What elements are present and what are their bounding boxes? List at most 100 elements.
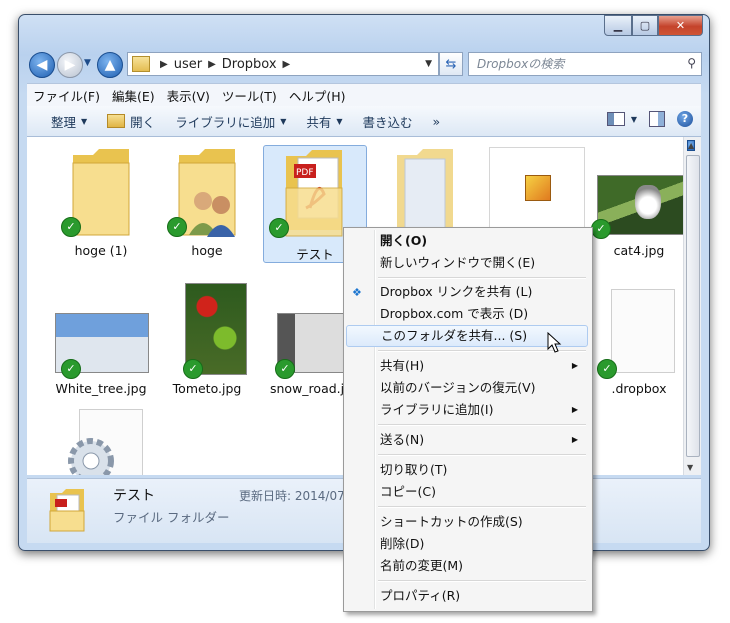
menu-item-label: 送る(N) [380, 432, 425, 447]
menu-item-cut[interactable]: 切り取り(T) [346, 459, 588, 481]
minimize-button[interactable]: ▁ [604, 15, 632, 36]
file-label: cat4.jpg [613, 243, 665, 258]
view-icon [606, 112, 625, 126]
menu-separator [378, 580, 586, 582]
menu-item-create-shortcut[interactable]: ショートカットの作成(S) [346, 511, 588, 533]
dropdown-icon: ▼ [81, 116, 88, 126]
context-menu: 開く(O) 新しいウィンドウで開く(E) ❖ Dropbox リンクを共有 (L… [343, 227, 593, 612]
details-name: テスト [113, 488, 155, 504]
sync-check-icon: ✓ [167, 217, 187, 237]
forward-button[interactable]: ▶ [57, 52, 83, 78]
menu-item-send-to[interactable]: 送る(N) ▶ [346, 429, 588, 451]
file-item-dropbox[interactable]: ✓ .dropbox [587, 283, 683, 401]
gear-icon [68, 438, 114, 475]
navigation-bar: ◀ ▶ ▼ ▲ ▶ user ▶ Dropbox ▶ ▼ ⇆ ⚲ [27, 50, 702, 78]
submenu-arrow-icon: ▶ [571, 361, 578, 370]
burn-button[interactable]: 書き込む [353, 112, 423, 131]
close-button[interactable]: ✕ [658, 15, 703, 36]
open-folder-icon [107, 114, 126, 128]
scroll-up-icon[interactable]: ▲ [687, 140, 696, 151]
menu-item-open[interactable]: 開く(O) [346, 230, 588, 252]
sync-check-icon: ✓ [275, 359, 295, 379]
refresh-button[interactable]: ⇆ [439, 52, 463, 76]
organize-label: 整理 [51, 114, 77, 130]
address-dropdown-icon[interactable]: ▼ [425, 59, 432, 69]
submenu-arrow-icon: ▶ [571, 435, 578, 444]
share-button[interactable]: 共有 ▼ [296, 112, 352, 131]
chevron-right-icon[interactable]: ▶ [160, 59, 168, 70]
up-button[interactable]: ▲ [97, 52, 123, 78]
cat-face-icon [635, 185, 661, 219]
sync-check-icon: ✓ [61, 359, 81, 379]
menu-item-delete[interactable]: 削除(D) [346, 533, 588, 555]
sync-check-icon: ✓ [597, 359, 617, 379]
command-bar: 整理 ▼ 開く ライブラリに追加 ▼ 共有 ▼ 書き込む » ▼ ? [27, 106, 701, 137]
sync-check-icon: ✓ [269, 218, 289, 238]
more-label: » [432, 113, 441, 129]
menu-item-label: ライブラリに追加(I) [380, 402, 494, 417]
chevron-right-icon[interactable]: ▶ [208, 59, 216, 70]
file-label: hoge (1) [74, 243, 128, 258]
chevron-right-icon[interactable]: ▶ [283, 59, 291, 70]
breadcrumb-user[interactable]: user [174, 57, 202, 72]
menu-item-properties[interactable]: プロパティ(R) [346, 585, 588, 607]
burn-label: 書き込む [362, 114, 413, 130]
back-button[interactable]: ◀ [29, 52, 55, 78]
file-item-settings[interactable]: ✓ [49, 407, 153, 475]
menu-separator [378, 277, 586, 279]
view-options-button[interactable]: ▼ [606, 112, 637, 126]
menu-item-dropbox-link[interactable]: Dropbox リンクを共有 (L) [346, 281, 588, 303]
menu-help[interactable]: ヘルプ(H) [283, 86, 352, 105]
search-box[interactable]: ⚲ [468, 52, 702, 76]
add-library-label: ライブラリに追加 [175, 114, 276, 130]
menu-item-rename[interactable]: 名前の変更(M) [346, 555, 588, 577]
sync-check-icon: ✓ [591, 219, 611, 239]
breadcrumb-dropbox[interactable]: Dropbox [222, 57, 277, 72]
folder-icon [397, 149, 453, 234]
menu-bar: ファイル(F) 編集(E) 表示(V) ツール(T) ヘルプ(H) [27, 83, 701, 106]
history-dropdown-icon[interactable]: ▼ [84, 58, 91, 68]
add-to-library-button[interactable]: ライブラリに追加 ▼ [165, 112, 296, 131]
address-bar[interactable]: ▶ user ▶ Dropbox ▶ ▼ [127, 52, 439, 76]
mouse-cursor-icon [547, 332, 562, 353]
file-item-tometo[interactable]: ✓ Tometo.jpg [155, 283, 259, 401]
file-item-hoge-1[interactable]: ✓ hoge (1) [49, 145, 153, 263]
folder-icon [132, 56, 150, 72]
preview-pane-icon[interactable] [649, 111, 665, 127]
scroll-down-icon[interactable]: ▼ [687, 463, 693, 472]
menu-item-open-new-window[interactable]: 新しいウィンドウで開く(E) [346, 252, 588, 274]
file-item-hoge[interactable]: ✓ hoge [155, 145, 259, 263]
file-item-cat4[interactable]: ✓ cat4.jpg [587, 145, 683, 263]
menu-item-share[interactable]: 共有(H) ▶ [346, 355, 588, 377]
menu-item-copy[interactable]: コピー(C) [346, 481, 588, 503]
search-icon[interactable]: ⚲ [687, 56, 696, 70]
sync-check-icon: ✓ [183, 359, 203, 379]
open-button[interactable]: 開く [97, 112, 165, 131]
menu-separator [378, 454, 586, 456]
menu-item-restore[interactable]: 以前のバージョンの復元(V) [346, 377, 588, 399]
menu-tools[interactable]: ツール(T) [216, 86, 283, 105]
menu-edit[interactable]: 編集(E) [106, 86, 161, 105]
search-input[interactable] [475, 56, 669, 72]
dropdown-icon: ▼ [336, 116, 343, 126]
file-label: Tometo.jpg [172, 381, 242, 396]
window-controls: ▁ ▢ ✕ [604, 15, 703, 36]
maximize-button[interactable]: ▢ [632, 15, 658, 36]
pdf-folder-icon: PDF [285, 150, 343, 237]
vertical-scrollbar[interactable]: ▲ ▼ [683, 137, 701, 475]
menu-item-label: 共有(H) [380, 358, 425, 373]
more-commands-button[interactable]: » [423, 114, 451, 129]
document-icon [611, 289, 675, 373]
menu-view[interactable]: 表示(V) [161, 86, 216, 105]
organize-button[interactable]: 整理 ▼ [27, 112, 97, 131]
menu-file[interactable]: ファイル(F) [27, 86, 106, 105]
html-file-icon [525, 175, 551, 201]
menu-item-dropbox-web[interactable]: Dropbox.com で表示 (D) [346, 303, 588, 325]
scroll-thumb[interactable] [686, 155, 700, 457]
menu-item-library[interactable]: ライブラリに追加(I) ▶ [346, 399, 588, 421]
details-type: ファイル フォルダー [113, 510, 230, 525]
file-item-white-tree[interactable]: ✓ White_tree.jpg [49, 283, 153, 401]
submenu-arrow-icon: ▶ [571, 405, 578, 414]
help-icon[interactable]: ? [677, 111, 693, 127]
file-label: .dropbox [611, 381, 667, 396]
